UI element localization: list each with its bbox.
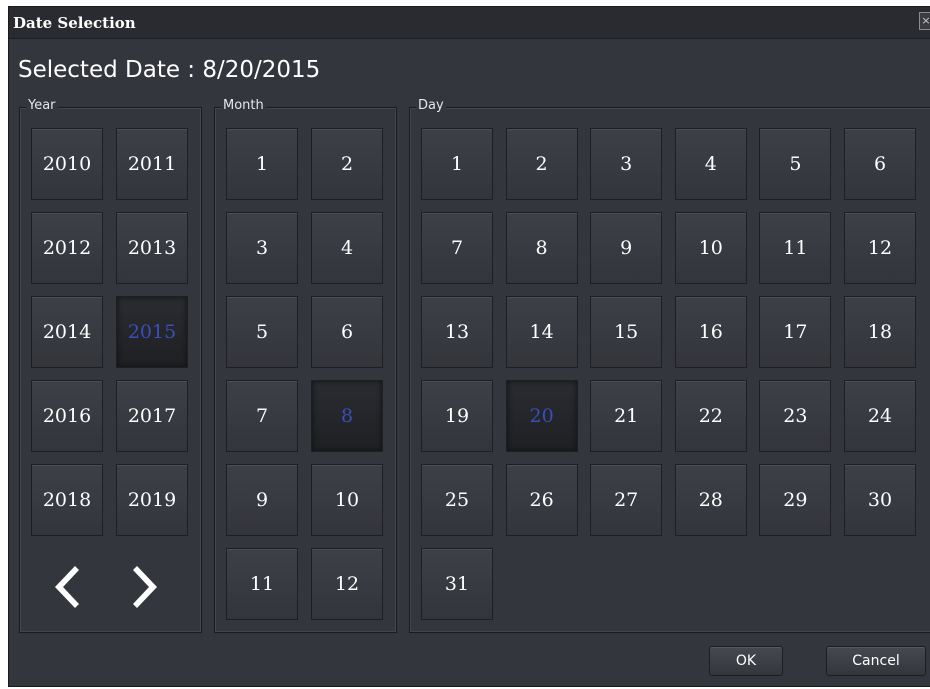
day-tile-12[interactable]: 12 [844,212,916,284]
month-tile-3[interactable]: 3 [226,212,298,284]
selected-date-label: Selected Date : [18,57,203,83]
month-tile-6[interactable]: 6 [311,296,383,368]
day-tile-9[interactable]: 9 [590,212,663,284]
title-bar: Date Selection × [9,7,930,39]
year-tile-2016[interactable]: 2016 [31,380,103,452]
day-tile-10[interactable]: 10 [674,212,747,284]
day-tile-20[interactable]: 20 [505,380,578,452]
selected-date-value: 8/20/2015 [202,57,321,83]
day-tile-23[interactable]: 23 [759,380,832,452]
day-tile-17[interactable]: 17 [759,296,832,368]
day-tile-7[interactable]: 7 [421,212,493,284]
day-tile-3[interactable]: 3 [590,128,663,200]
next-years-chevron-right-icon[interactable] [128,560,168,614]
day-tile-8[interactable]: 8 [505,212,578,284]
year-legend: Year [26,98,58,113]
day-tile-27[interactable]: 27 [590,464,663,536]
day-tile-1[interactable]: 1 [421,128,493,200]
month-group: Month 1 2 3 4 5 6 7 8 9 10 11 12 [214,98,397,633]
month-legend: Month [221,98,266,113]
month-tile-9[interactable]: 9 [226,464,298,536]
day-tile-11[interactable]: 11 [759,212,832,284]
ok-button[interactable]: OK [709,646,783,676]
year-tile-2010[interactable]: 2010 [31,128,103,200]
day-tile-31[interactable]: 31 [421,548,493,620]
day-tile-19[interactable]: 19 [421,380,493,452]
day-tile-5[interactable]: 5 [759,128,832,200]
year-tile-2011[interactable]: 2011 [116,128,188,200]
dialog-title: Date Selection [13,14,136,32]
day-tile-15[interactable]: 15 [590,296,663,368]
month-tile-1[interactable]: 1 [226,128,298,200]
day-tile-6[interactable]: 6 [844,128,916,200]
month-tile-4[interactable]: 4 [311,212,383,284]
day-tile-13[interactable]: 13 [421,296,493,368]
day-tile-26[interactable]: 26 [505,464,578,536]
year-tile-2019[interactable]: 2019 [116,464,188,536]
day-tile-22[interactable]: 22 [674,380,747,452]
day-group: Day 1 2 3 4 5 6 7 8 9 10 11 12 13 14 15 16 17 18 19 20 21 22 2… [409,98,930,633]
month-tile-5[interactable]: 5 [226,296,298,368]
month-tile-11[interactable]: 11 [226,548,298,620]
year-tile-2012[interactable]: 2012 [31,212,103,284]
day-tile-21[interactable]: 21 [590,380,663,452]
selected-date-display: Selected Date : 8/20/2015 [18,57,320,83]
previous-years-chevron-left-icon[interactable] [44,560,84,614]
day-tile-2[interactable]: 2 [505,128,578,200]
day-tile-16[interactable]: 16 [674,296,747,368]
year-tile-2013[interactable]: 2013 [116,212,188,284]
day-tile-30[interactable]: 30 [844,464,916,536]
day-legend: Day [416,98,446,113]
day-tile-14[interactable]: 14 [505,296,578,368]
cancel-button[interactable]: Cancel [826,646,926,676]
year-tile-2018[interactable]: 2018 [31,464,103,536]
year-tile-2017[interactable]: 2017 [116,380,188,452]
day-tile-18[interactable]: 18 [844,296,916,368]
month-tile-12[interactable]: 12 [311,548,383,620]
year-tile-2014[interactable]: 2014 [31,296,103,368]
day-tile-29[interactable]: 29 [759,464,832,536]
day-tile-28[interactable]: 28 [674,464,747,536]
month-tile-10[interactable]: 10 [311,464,383,536]
year-tile-2015[interactable]: 2015 [116,296,188,368]
month-tile-8[interactable]: 8 [311,380,383,452]
year-group: Year 2010 2011 2012 2013 2014 2015 2016 2017 201… [19,98,202,633]
close-icon[interactable]: × [919,12,930,30]
day-tile-4[interactable]: 4 [674,128,747,200]
month-tile-2[interactable]: 2 [311,128,383,200]
day-tile-24[interactable]: 24 [844,380,916,452]
date-selection-dialog: Date Selection × Selected Date : 8/20/20… [8,6,930,687]
month-tile-7[interactable]: 7 [226,380,298,452]
day-tile-25[interactable]: 25 [421,464,493,536]
